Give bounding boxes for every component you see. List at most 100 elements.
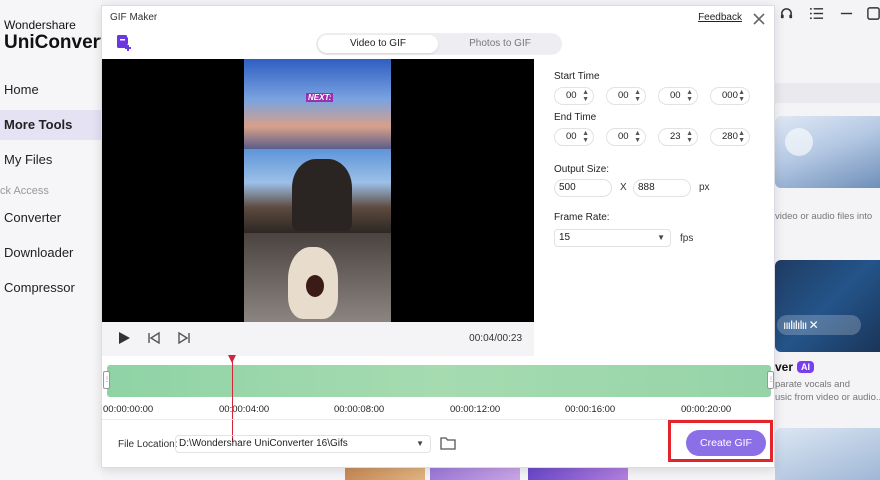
end-ms-stepper[interactable]: 280 ▲ ▼ (710, 128, 750, 146)
preview-frame (244, 233, 391, 322)
nav-item-home[interactable]: Home (0, 75, 102, 105)
preview-frame: NEXT: (244, 59, 391, 149)
folder-icon[interactable] (440, 436, 456, 450)
file-location-path: D:\Wondershare UniConverter 16\Gifs (179, 438, 348, 449)
tab-photos-to-gif[interactable]: Photos to GIF (440, 35, 560, 53)
nav-item-converter[interactable]: Converter (0, 203, 102, 233)
frame-rate-unit: fps (680, 233, 694, 244)
timeline[interactable]: ⋮ ⋮ 00:00:00:00 00:00:04:00 00:00:08:00 … (102, 355, 774, 442)
preview-figure (292, 159, 352, 231)
thumbnail-strip (430, 468, 520, 480)
frame-rate-select[interactable]: 15 ▼ (554, 229, 671, 247)
start-hour-value: 00 (566, 90, 577, 101)
next-frame-icon[interactable] (176, 330, 192, 346)
stepper-arrows-icon[interactable]: ▲ ▼ (738, 89, 745, 103)
stepper-arrows-icon[interactable]: ▲ ▼ (634, 130, 641, 144)
vocal-remover-title: ver AI (775, 360, 815, 374)
timeline-tick: 00:00:04:00 (219, 404, 270, 415)
preview-frame (244, 149, 391, 233)
timeline-track[interactable] (107, 365, 771, 397)
tool-card-image-bottom[interactable] (775, 428, 880, 480)
stepper-arrows-icon[interactable]: ▲ ▼ (582, 89, 589, 103)
play-icon[interactable] (116, 330, 132, 346)
feedback-link[interactable]: Feedback (698, 12, 742, 23)
start-time-label: Start Time (554, 71, 600, 82)
headset-icon[interactable] (779, 6, 794, 25)
nav-item-downloader[interactable]: Downloader (0, 238, 102, 268)
nav-item-compressor[interactable]: Compressor (0, 273, 102, 303)
thumbnail-strip (528, 468, 628, 480)
tools-filter-bar (775, 83, 880, 103)
stepper-arrows-icon[interactable]: ▲ ▼ (686, 130, 693, 144)
quick-access-heading: ck Access (0, 185, 49, 197)
close-icon[interactable] (752, 7, 766, 31)
tab-video-to-gif[interactable]: Video to GIF (318, 35, 438, 53)
end-minute-value: 00 (618, 131, 629, 142)
end-ms-value: 280 (722, 131, 738, 142)
trim-start-handle[interactable]: ⋮ (103, 371, 110, 389)
file-location-select[interactable]: D:\Wondershare UniConverter 16\Gifs ▼ (175, 435, 431, 453)
start-minute-value: 00 (618, 90, 629, 101)
vocal-remover-desc-2: usic from video or audio... (775, 392, 880, 403)
player-controls: 00:04/00:23 (102, 322, 534, 356)
nav-item-my-files[interactable]: My Files (0, 145, 102, 175)
maximize-icon[interactable] (866, 6, 880, 25)
end-minute-stepper[interactable]: 00 ▲ ▼ (606, 128, 646, 146)
timeline-tick: 00:00:08:00 (334, 404, 385, 415)
tool-card-description: video or audio files into (775, 211, 873, 222)
end-second-stepper[interactable]: 23 ▲ ▼ (658, 128, 698, 146)
video-preview: NEXT: (102, 59, 534, 322)
file-location-label: File Location: (118, 439, 178, 450)
end-hour-value: 00 (566, 131, 577, 142)
output-size-label: Output Size: (554, 164, 610, 175)
minimize-icon[interactable] (839, 6, 854, 25)
stepper-arrows-icon[interactable]: ▲ ▼ (686, 89, 693, 103)
dialog-title: GIF Maker (110, 12, 158, 23)
previous-frame-icon[interactable] (146, 330, 162, 346)
start-hour-stepper[interactable]: 00 ▲ ▼ (554, 87, 594, 105)
vocal-remover-card-image[interactable]: ıııIıIıIıı ✕ (775, 260, 880, 352)
playhead[interactable] (232, 358, 233, 442)
tool-badge-icon (785, 128, 813, 156)
frame-rate-value: 15 (559, 232, 571, 243)
size-separator: X (620, 182, 627, 193)
timeline-tick: 00:00:20:00 (681, 404, 732, 415)
timeline-tick: 00:00:12:00 (450, 404, 501, 415)
playback-timecode: 00:04/00:23 (469, 333, 522, 344)
end-time-label: End Time (554, 112, 597, 123)
trim-end-handle[interactable]: ⋮ (767, 371, 774, 389)
stepper-arrows-icon[interactable]: ▲ ▼ (582, 130, 589, 144)
menu-list-icon[interactable] (809, 6, 824, 25)
size-unit: px (699, 182, 710, 193)
stepper-arrows-icon[interactable]: ▲ ▼ (738, 130, 745, 144)
preview-overlay-text: NEXT: (306, 93, 334, 102)
chevron-down-icon: ▼ (416, 439, 424, 448)
add-file-icon[interactable] (115, 34, 133, 52)
stepper-arrows-icon[interactable]: ▲ ▼ (634, 89, 641, 103)
tools-panel: video or audio files into ıııIıIıIıı ✕ v… (775, 0, 880, 480)
timeline-tick: 00:00:16:00 (565, 404, 616, 415)
start-ms-stepper[interactable]: 000 ▲ ▼ (710, 87, 750, 105)
start-second-stepper[interactable]: 00 ▲ ▼ (658, 87, 698, 105)
vocal-remover-desc-1: parate vocals and (775, 379, 850, 390)
gif-maker-dialog: GIF Maker Feedback Video to GIF Photos t… (101, 5, 775, 468)
preview-cat-mouth (306, 275, 324, 297)
mode-tabs: Video to GIF Photos to GIF (316, 33, 562, 55)
start-second-value: 00 (670, 90, 681, 101)
start-minute-stepper[interactable]: 00 ▲ ▼ (606, 87, 646, 105)
chevron-down-icon: ▼ (657, 233, 665, 242)
timeline-tick: 00:00:00:00 (103, 404, 154, 415)
playhead-knob-icon[interactable] (228, 355, 236, 363)
output-width-input[interactable]: 500 (554, 179, 612, 197)
nav-item-more-tools[interactable]: More Tools (0, 110, 102, 140)
output-height-input[interactable]: 888 (633, 179, 691, 197)
frame-rate-label: Frame Rate: (554, 212, 610, 223)
end-second-value: 23 (670, 131, 681, 142)
thumbnail-strip (345, 468, 425, 480)
tool-card-image[interactable] (775, 116, 880, 188)
end-hour-stepper[interactable]: 00 ▲ ▼ (554, 128, 594, 146)
ai-badge: AI (797, 361, 815, 373)
vocal-remover-title-text: ver (775, 360, 794, 374)
highlight-box (668, 420, 773, 462)
app-sidebar: Wondershare UniConverter Home More Tools… (0, 0, 124, 480)
